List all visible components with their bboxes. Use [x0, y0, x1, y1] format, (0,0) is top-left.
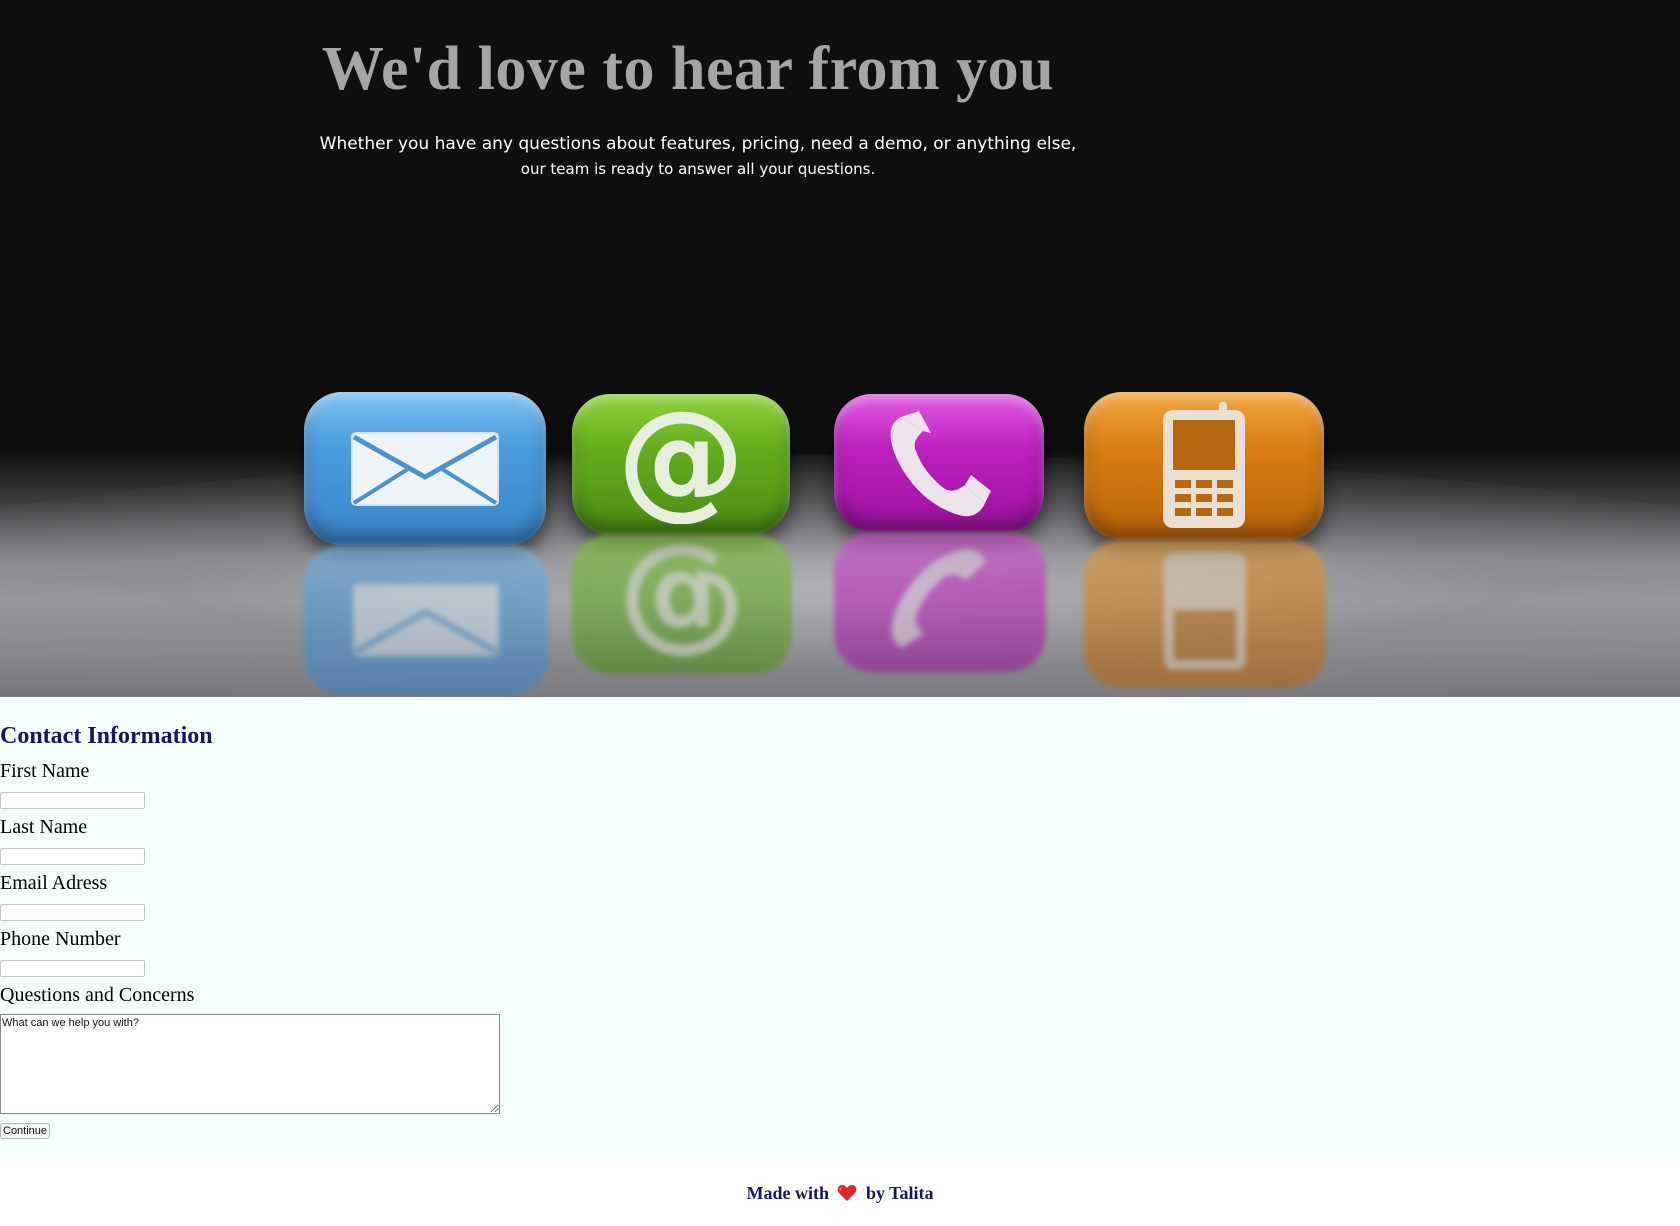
- email-label: Email Adress: [0, 872, 108, 894]
- svg-text:@: @: [618, 544, 746, 664]
- contact-form-section: Contact Information First Name Last Name…: [0, 697, 1680, 1159]
- phone-label: Phone Number: [0, 928, 121, 950]
- questions-label: Questions and Concerns: [0, 984, 195, 1006]
- footer-text-before: Made with: [746, 1183, 829, 1203]
- phone-input[interactable]: [0, 960, 145, 977]
- phone-cube-reflection: [834, 532, 1046, 672]
- footer: Made with by Talita: [0, 1159, 1680, 1226]
- envelope-icon: [304, 392, 546, 545]
- hero-banner: We'd love to hear from you Whether you h…: [0, 0, 1680, 697]
- at-sign-icon: @: [572, 394, 790, 534]
- phone-icon: [834, 394, 1044, 532]
- hero-title: We'd love to hear from you: [321, 35, 1055, 103]
- hero-subtitle-line-2: our team is ready to answer all your que…: [520, 160, 876, 178]
- envelope-cube: [304, 392, 546, 545]
- mobile-phone-cube-reflection: [1084, 540, 1326, 688]
- last-name-label: Last Name: [0, 816, 88, 838]
- at-sign-cube: @: [572, 394, 790, 534]
- first-name-input[interactable]: [0, 792, 145, 809]
- last-name-input[interactable]: [0, 848, 145, 865]
- email-input[interactable]: [0, 904, 145, 921]
- continue-button[interactable]: Continue: [0, 1123, 51, 1139]
- mobile-phone-icon: [1084, 392, 1324, 540]
- first-name-label: First Name: [0, 760, 90, 782]
- at-sign-cube-reflection: @: [572, 534, 792, 674]
- heart-icon: [837, 1184, 857, 1207]
- hero-subtitle: Whether you have any questions about fea…: [0, 132, 1396, 182]
- hero-subtitle-line-1: Whether you have any questions about fea…: [319, 134, 1077, 154]
- svg-text:@: @: [617, 404, 745, 524]
- phone-cube: [834, 394, 1044, 532]
- questions-textarea[interactable]: [0, 1014, 500, 1114]
- footer-credit: Made with by Talita: [0, 1183, 1680, 1207]
- at-sign-reflection-icon: @: [572, 534, 792, 674]
- phone-reflection-icon: [834, 532, 1046, 672]
- envelope-reflection-icon: [304, 545, 548, 695]
- form-title: Contact Information: [0, 723, 213, 749]
- footer-text-after: by Talita: [865, 1183, 934, 1203]
- envelope-cube-reflection: [304, 545, 548, 695]
- mobile-phone-reflection-icon: [1084, 540, 1326, 688]
- mobile-phone-cube: [1084, 392, 1324, 540]
